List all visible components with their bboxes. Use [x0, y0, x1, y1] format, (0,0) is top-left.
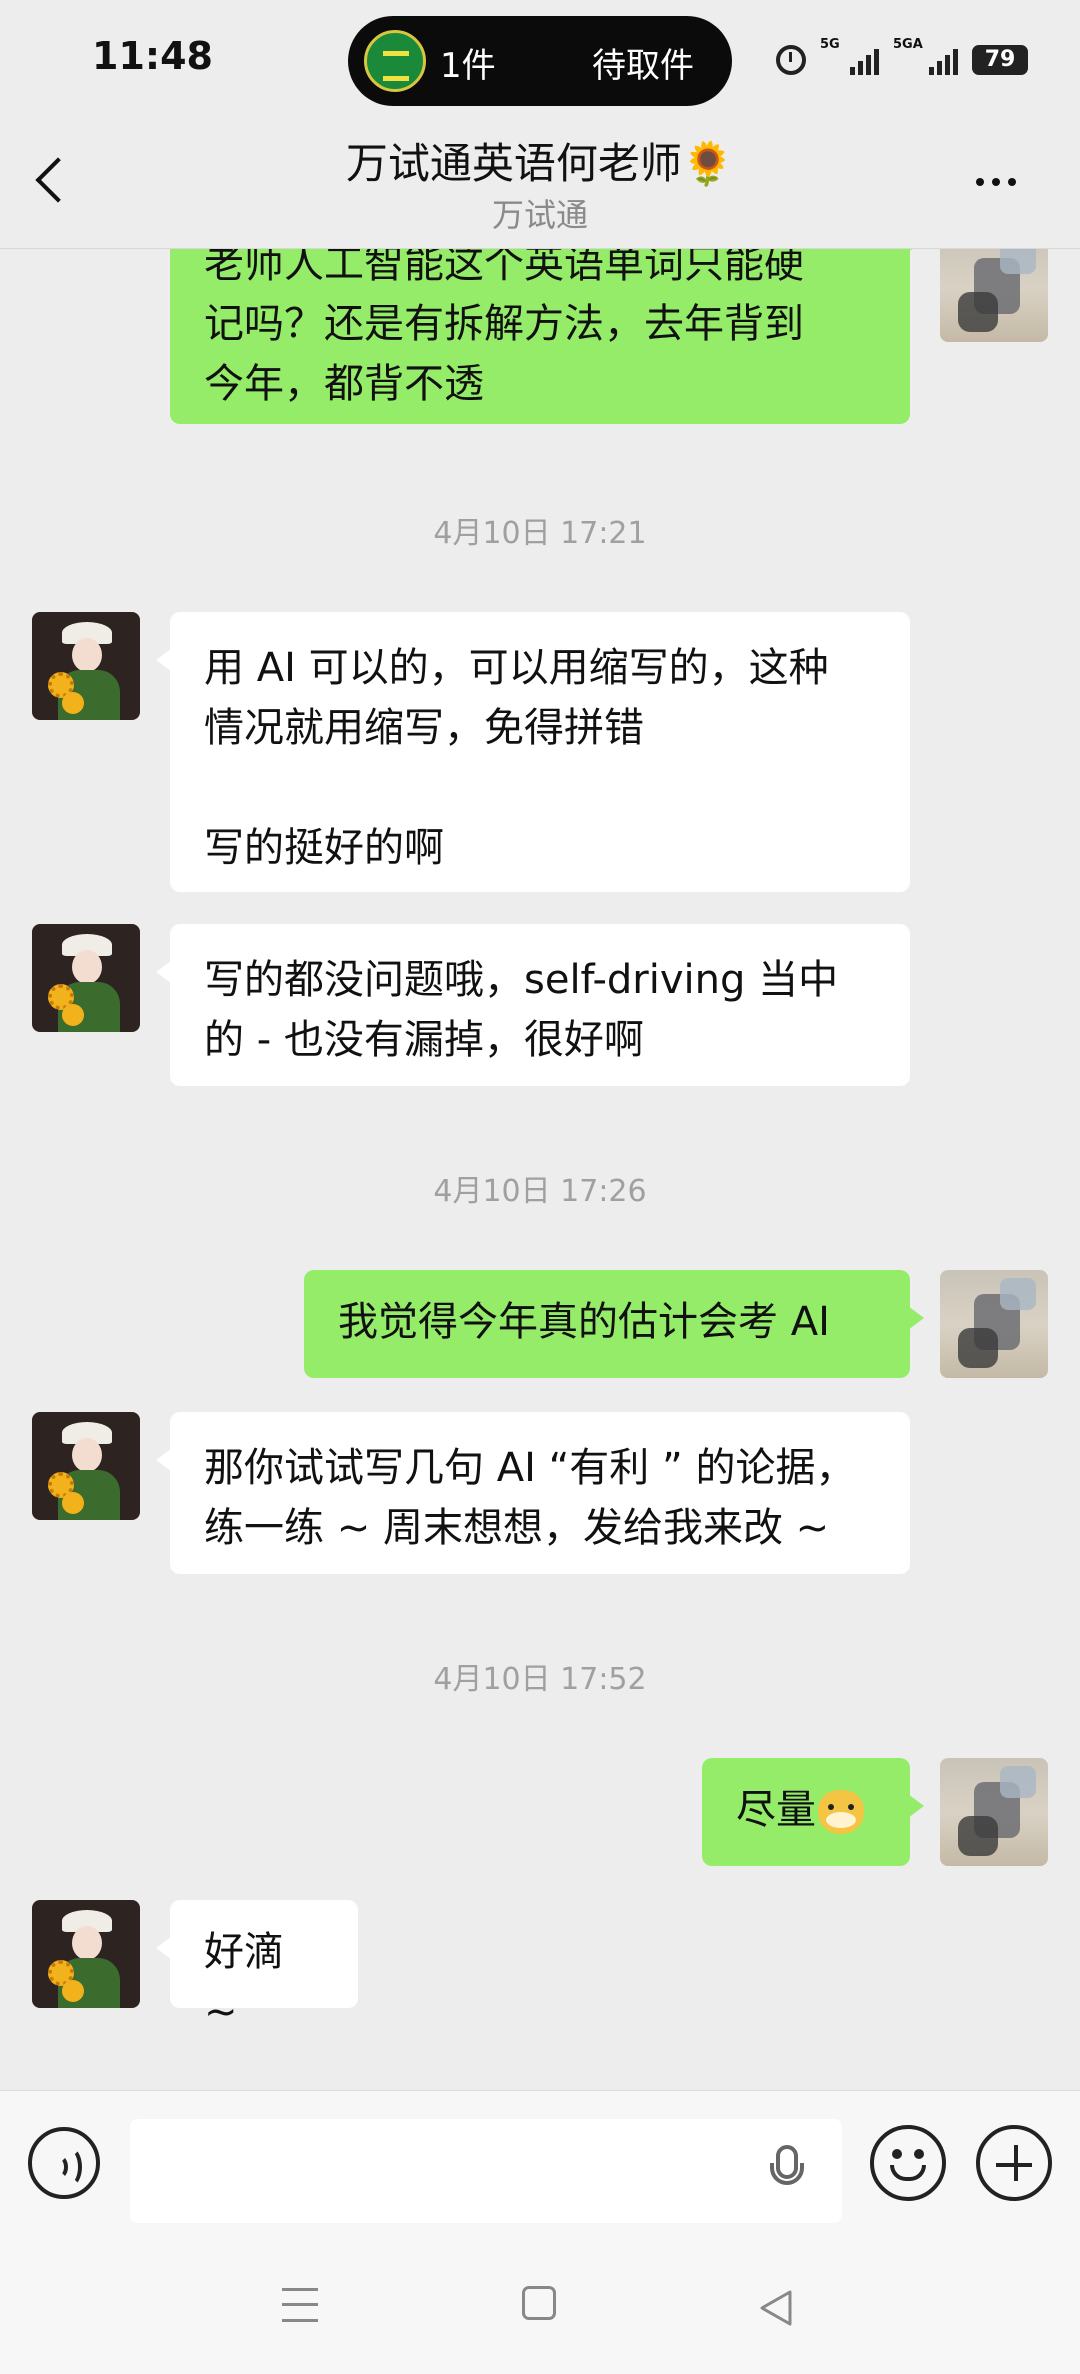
message-text: 好滴 ~	[204, 1929, 284, 2035]
my-avatar[interactable]	[940, 1758, 1048, 1866]
my-avatar[interactable]	[940, 1270, 1048, 1378]
teacher-avatar[interactable]	[32, 1900, 140, 2008]
message-line: 老师人工智能这个英语单词只能硬	[204, 248, 804, 287]
message-line: 写的挺好的啊	[204, 825, 444, 871]
message-line: 的 - 也没有漏掉，很好啊	[204, 1017, 644, 1063]
teacher-avatar[interactable]	[32, 924, 140, 1032]
post-logo-icon	[364, 30, 426, 92]
voice-icon[interactable]	[28, 2127, 100, 2199]
message-line: 今年，都背不透	[204, 361, 484, 407]
chat-header: 万试通英语何老师🌻 万试通	[0, 120, 1080, 249]
microphone-icon[interactable]	[770, 2145, 804, 2185]
status-time: 11:48	[92, 34, 213, 78]
message-line: 情况就用缩写，免得拼错	[204, 705, 644, 751]
message-bubble-incoming[interactable]: 好滴 ~	[156, 1900, 358, 2035]
doge-emoji-icon	[818, 1790, 864, 1834]
signal-icon: 5GA	[893, 37, 958, 75]
system-nav-bar	[0, 2238, 1080, 2374]
signal-icon: 5G	[820, 37, 879, 75]
battery-icon: 79	[972, 45, 1028, 75]
plus-icon[interactable]	[976, 2125, 1052, 2201]
message-text: 尽量	[736, 1787, 816, 1833]
system-icons: 5G 5GA 79	[776, 37, 1028, 80]
recent-apps-icon[interactable]	[282, 2288, 318, 2322]
message-bubble-outgoing[interactable]: 我觉得今年真的估计会考 AI	[304, 1270, 924, 1378]
message-bubble-outgoing[interactable]: 尽量	[702, 1758, 924, 1866]
message-text: 我觉得今年真的估计会考 AI	[338, 1299, 830, 1345]
teacher-avatar[interactable]	[32, 1412, 140, 1520]
message-list[interactable]: 老师人工智能这个英语单词只能硬 记吗？还是有拆解方法，去年背到 今年，都背不透 …	[0, 248, 1080, 2090]
timestamp: 4月10日 17:21	[433, 516, 647, 551]
message-line: 那你试试写几句 AI “有利 ” 的论据，	[204, 1445, 856, 1491]
timestamp: 4月10日 17:52	[433, 1662, 647, 1697]
live-activity-pill[interactable]: 1件 待取件	[348, 16, 732, 106]
home-icon[interactable]	[522, 2286, 556, 2320]
message-line: 写的都没问题哦，self-driving 当中	[204, 957, 839, 1003]
message-line: 练一练 ~ 周末想想，发给我来改 ~	[204, 1505, 830, 1551]
chat-subtitle: 万试通	[491, 196, 588, 234]
pill-status: 待取件	[592, 46, 694, 86]
message-bubble-outgoing[interactable]: 老师人工智能这个英语单词只能硬 记吗？还是有拆解方法，去年背到 今年，都背不透	[170, 248, 924, 424]
teacher-avatar[interactable]	[32, 612, 140, 720]
message-bubble-incoming[interactable]: 用 AI 可以的，可以用缩写的，这种 情况就用缩写，免得拼错 写的挺好的啊	[156, 612, 910, 892]
message-line: 记吗？还是有拆解方法，去年背到	[204, 301, 804, 347]
emoji-icon[interactable]	[870, 2125, 946, 2201]
message-line: 用 AI 可以的，可以用缩写的，这种	[204, 645, 829, 691]
status-bar: 11:48 1件 待取件 5G 5GA 79	[0, 0, 1080, 120]
more-dots-icon[interactable]	[976, 178, 1016, 186]
timestamp: 4月10日 17:26	[433, 1174, 647, 1209]
pill-count: 1件	[440, 46, 496, 86]
message-bubble-incoming[interactable]: 写的都没问题哦，self-driving 当中 的 - 也没有漏掉，很好啊	[156, 924, 910, 1086]
chat-title: 万试通英语何老师🌻	[345, 139, 735, 188]
alarm-icon	[776, 45, 806, 75]
my-avatar[interactable]	[940, 248, 1048, 342]
message-input[interactable]	[130, 2119, 842, 2223]
message-bubble-incoming[interactable]: 那你试试写几句 AI “有利 ” 的论据， 练一练 ~ 周末想想，发给我来改 ~	[156, 1412, 910, 1574]
input-bar	[0, 2090, 1080, 2239]
